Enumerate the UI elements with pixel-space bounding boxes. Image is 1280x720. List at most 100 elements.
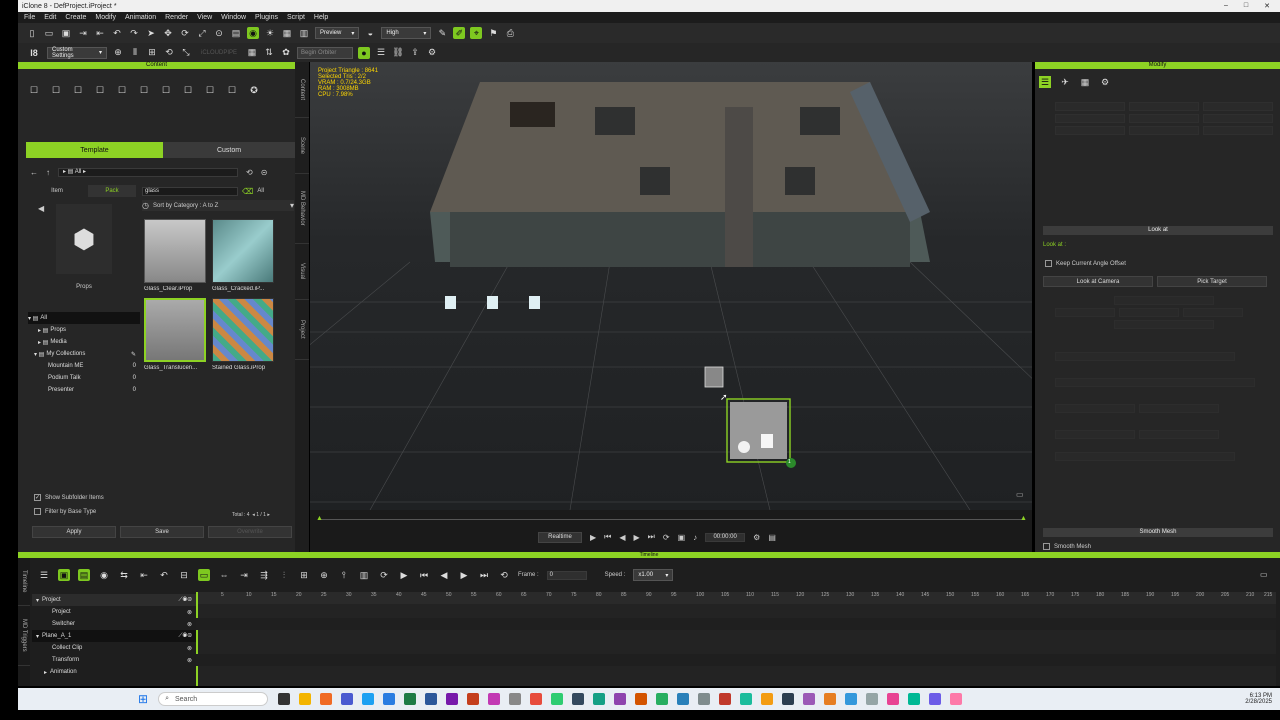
overwrite-button[interactable]: Overwrite (208, 526, 292, 538)
step-forward-icon[interactable]: ▶ (634, 533, 640, 542)
path-field[interactable]: ▸ ▤ All ▸ (58, 167, 238, 177)
track-area[interactable] (196, 592, 1276, 686)
app-icon-n[interactable] (803, 693, 816, 705)
key-filter-icon[interactable]: ▣ (58, 569, 70, 581)
firefox-icon[interactable] (320, 693, 333, 705)
taskbar-search-input[interactable]: ⌕ Search (158, 692, 269, 706)
loop-icon[interactable]: ⟳ (663, 533, 670, 542)
tab-template[interactable]: Template (26, 142, 163, 158)
menu-view[interactable]: View (197, 14, 212, 21)
app-icon-k[interactable] (740, 693, 753, 705)
tree-item-podium[interactable]: Podium Talk 0 (28, 372, 140, 384)
speed-dropdown[interactable]: x1.00 ▾ (633, 569, 674, 581)
settings-gear-icon[interactable]: ⚙ (426, 47, 438, 59)
app-icon-a[interactable] (509, 693, 522, 705)
play-icon[interactable]: ▶ (398, 569, 410, 581)
align-icon[interactable]: ⊟ (178, 569, 190, 581)
zoom-icon[interactable]: ⊕ (318, 569, 330, 581)
app-icon-l[interactable] (761, 693, 774, 705)
render-icon[interactable]: ⎙ (504, 27, 516, 39)
side-tab-scene[interactable]: Scene (295, 118, 309, 174)
track-collect-clip[interactable]: Collect Clip ⊗ (32, 642, 196, 654)
settings-icon[interactable]: ⚙ (753, 533, 760, 542)
track-transform[interactable]: Transform ⊗ (32, 654, 196, 666)
app-icon-i[interactable] (698, 693, 711, 705)
subtab-item[interactable]: Item (26, 185, 88, 197)
modify-settings-icon[interactable]: ⚙ (1099, 76, 1111, 88)
move-icon[interactable]: ✥ (162, 27, 174, 39)
render-type-icon[interactable]: ☐ (226, 84, 238, 96)
edge-icon[interactable] (362, 693, 375, 705)
filter-base-checkbox[interactable]: Filter by Base Type (34, 508, 96, 515)
app-icon-t[interactable] (929, 693, 942, 705)
pen-icon[interactable]: ✐ (453, 27, 466, 39)
task-view-icon[interactable] (278, 693, 291, 705)
audio-icon[interactable]: ♪ (693, 533, 697, 542)
menu-modify[interactable]: Modify (95, 14, 116, 21)
scrub-start-handle[interactable]: ▲ (316, 515, 323, 522)
light-type-icon[interactable]: ☐ (116, 84, 128, 96)
look-at-camera-button[interactable]: Look at Camera (1043, 276, 1153, 287)
import-icon[interactable]: ⇥ (77, 27, 89, 39)
modify-motion-icon[interactable]: ✈ (1059, 76, 1071, 88)
track-list-icon[interactable]: ☰ (38, 569, 50, 581)
modify-material-icon[interactable]: ▦ (1079, 76, 1091, 88)
align-icon[interactable]: ⫴ (129, 47, 141, 59)
subtab-pack[interactable]: Pack (88, 185, 136, 197)
scale-icon[interactable]: ⤢ (196, 27, 208, 39)
grid-icon[interactable]: ▦ (281, 27, 293, 39)
menu-plugins[interactable]: Plugins (255, 14, 278, 21)
search-input[interactable]: glass (142, 186, 238, 196)
sliders-icon[interactable]: ☰ (375, 47, 387, 59)
link-icon[interactable]: ⛓ (392, 47, 404, 59)
realtime-button[interactable]: Realtime (538, 531, 582, 543)
nav-icon[interactable]: ⊕ (112, 47, 124, 59)
app-icon-q[interactable] (866, 693, 879, 705)
camera-icon[interactable]: ▤ (230, 27, 242, 39)
preview-dropdown[interactable]: Preview ▾ (315, 27, 360, 39)
side-tab-md-behavior[interactable]: MD Behavior (295, 174, 309, 244)
keep-offset-checkbox[interactable]: Keep Current Angle Offset (1045, 260, 1126, 267)
tab-custom[interactable]: Custom (163, 142, 295, 158)
mail-icon[interactable] (383, 693, 396, 705)
select-arrow-icon[interactable]: ➤ (145, 27, 157, 39)
menu-window[interactable]: Window (221, 14, 246, 21)
3d-viewport[interactable]: 1 Project Triangle : 8641 Selected Tris … (310, 62, 1032, 510)
track-close-icon[interactable]: ⊗ (187, 645, 196, 652)
skip-end-icon[interactable]: ⏭ (478, 569, 490, 581)
track-close-icon[interactable]: ⊗ (187, 657, 196, 664)
app-icon-b[interactable] (530, 693, 543, 705)
loop-region-icon[interactable]: ⇆ (118, 569, 130, 581)
app-icon-u[interactable] (950, 693, 963, 705)
viewport-camera-icon[interactable]: ▭ (1016, 490, 1024, 499)
record-marker-icon[interactable]: ▣ (678, 533, 686, 542)
step-back-icon[interactable]: ◀ (438, 569, 450, 581)
app-icon-f[interactable] (635, 693, 648, 705)
leaf-icon[interactable]: ✿ (280, 47, 292, 59)
menu-edit[interactable]: Edit (44, 14, 56, 21)
layer-icon[interactable]: ▤ (78, 569, 90, 581)
orbit-search-input[interactable]: Begin Orbiter (297, 46, 354, 59)
app-icon-p[interactable] (845, 693, 858, 705)
table-icon[interactable]: ▦ (246, 47, 258, 59)
expand-icon[interactable]: ⇥ (238, 569, 250, 581)
search-scope[interactable]: All (257, 188, 264, 194)
edit-icon[interactable]: ✎ (131, 351, 140, 358)
item-glass-translucent[interactable]: Glass_Translucen... (144, 298, 208, 371)
audio-type-icon[interactable]: ☐ (204, 84, 216, 96)
show-subfolder-checkbox[interactable]: ✓ Show Subfolder Items (34, 494, 104, 501)
skip-end-icon[interactable]: ⏭ (648, 532, 655, 542)
transition-icon[interactable]: ⇶ (258, 569, 270, 581)
light-icon[interactable]: ☀ (264, 27, 276, 39)
play-icon[interactable]: ▶ (590, 533, 596, 542)
collapse-icon[interactable]: ⇤ (138, 569, 150, 581)
tree-item-all[interactable]: ▾ ▤ All (28, 312, 140, 324)
menu-script[interactable]: Script (287, 14, 305, 21)
windows-start-icon[interactable]: ⊞ (138, 692, 148, 706)
app-icon-c[interactable] (551, 693, 564, 705)
look-at-section[interactable]: Look at (1043, 226, 1273, 235)
app-icon-g[interactable] (656, 693, 669, 705)
minimize-icon[interactable]: – (1224, 2, 1228, 10)
timeline-toggle-icon[interactable]: ▤ (768, 533, 776, 542)
tree-item-presenter[interactable]: Presenter 0 (28, 384, 140, 396)
